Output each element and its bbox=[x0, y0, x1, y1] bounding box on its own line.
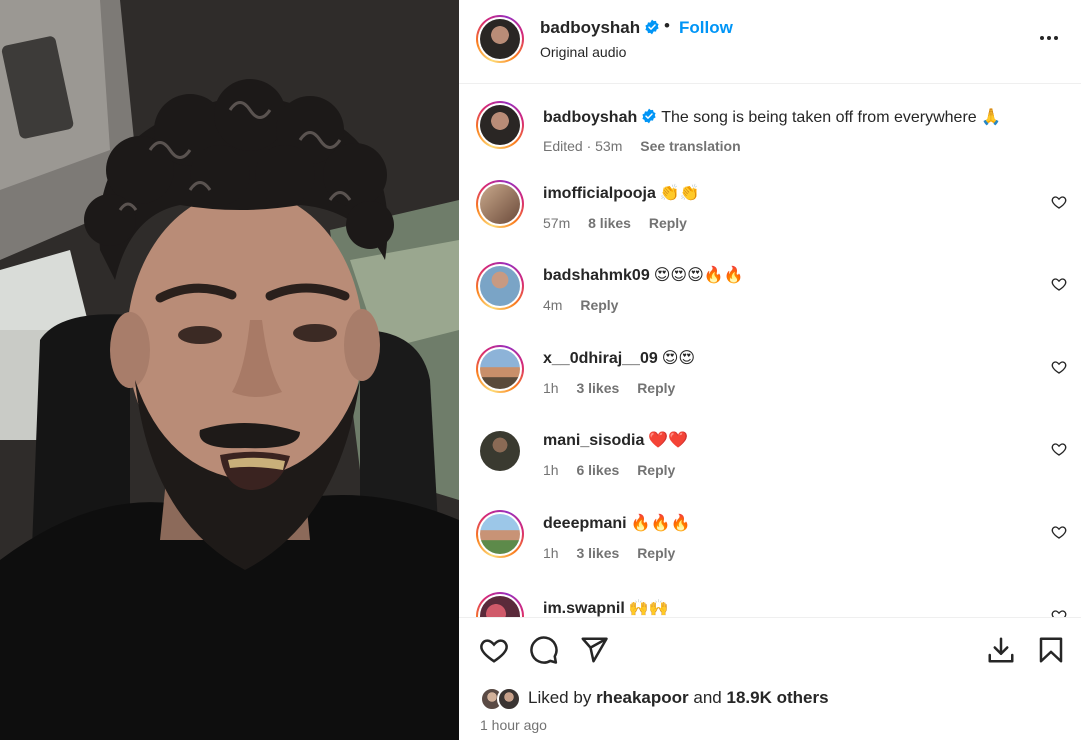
comment-text: 🙌🙌 bbox=[628, 600, 669, 617]
comment-username[interactable]: deeepmani 🔥🔥🔥 bbox=[543, 513, 690, 533]
comment-username-text[interactable]: im.swapnil bbox=[543, 600, 625, 617]
comment-time: 1h bbox=[543, 462, 559, 478]
caption-username[interactable]: badboyshah The song is being taken off fr… bbox=[543, 107, 1001, 127]
comment-text: 🔥🔥🔥 bbox=[630, 515, 691, 532]
post-header: badboyshah • Follow Original audio bbox=[459, 0, 1081, 84]
comment-avatar[interactable] bbox=[476, 345, 524, 393]
see-translation-button[interactable]: See translation bbox=[640, 138, 740, 154]
comment-like-heart-icon[interactable] bbox=[1051, 359, 1067, 375]
comment-avatar[interactable] bbox=[476, 510, 524, 558]
original-audio-link[interactable]: Original audio bbox=[540, 44, 626, 60]
comment-like-heart-icon[interactable] bbox=[1051, 524, 1067, 540]
comment-username[interactable]: mani_sisodia ❤️❤️ bbox=[543, 430, 688, 450]
reply-button[interactable]: Reply bbox=[649, 215, 687, 231]
comment-likes[interactable]: 8 likes bbox=[588, 215, 631, 231]
comment-item: mani_sisodia ❤️❤️ 1h 6 likes Reply bbox=[459, 430, 1081, 510]
comment-text: 😍😍😍🔥🔥 bbox=[653, 267, 744, 284]
video-still-image bbox=[0, 0, 459, 740]
author-avatar[interactable] bbox=[476, 15, 524, 63]
comment-text: 😍😍 bbox=[661, 350, 696, 367]
comment-username-text[interactable]: imofficialpooja bbox=[543, 185, 656, 202]
comment-item: badshahmk09 😍😍😍🔥🔥 4m Reply bbox=[459, 262, 1081, 345]
reply-button[interactable]: Reply bbox=[637, 380, 675, 396]
comment-avatar[interactable] bbox=[476, 262, 524, 310]
liked-by-prefix: Liked by bbox=[528, 688, 592, 707]
comment-username-text[interactable]: x__0dhiraj__09 bbox=[543, 350, 658, 367]
comment-like-heart-icon[interactable] bbox=[1051, 441, 1067, 457]
download-icon[interactable] bbox=[986, 635, 1016, 665]
liker-avatar[interactable] bbox=[497, 687, 521, 711]
post-timestamp[interactable]: 1 hour ago bbox=[480, 717, 547, 733]
caption-meta: Edited · 53m See translation bbox=[543, 138, 755, 154]
caption: badboyshah The song is being taken off fr… bbox=[459, 99, 1081, 179]
comment-like-heart-icon[interactable] bbox=[1051, 276, 1067, 292]
comment-meta: 1h 6 likes Reply bbox=[543, 462, 689, 478]
comment-username[interactable]: x__0dhiraj__09 😍😍 bbox=[543, 348, 695, 368]
post-actions-bar: Liked by rheakapoor and 18.9K others 1 h… bbox=[459, 617, 1081, 740]
caption-avatar[interactable] bbox=[476, 101, 524, 149]
reel-video-frame[interactable] bbox=[0, 0, 459, 740]
comment-username-text[interactable]: mani_sisodia bbox=[543, 432, 644, 449]
author-username[interactable]: badboyshah bbox=[540, 18, 660, 38]
follow-button[interactable]: Follow bbox=[679, 18, 733, 38]
likes-count-link[interactable]: 18.9K others bbox=[727, 688, 829, 707]
comment-username-text[interactable]: deeepmani bbox=[543, 515, 627, 532]
comment-item: x__0dhiraj__09 😍😍 1h 3 likes Reply bbox=[459, 345, 1081, 428]
share-icon[interactable] bbox=[579, 635, 609, 665]
comment-like-heart-icon[interactable] bbox=[1051, 194, 1067, 210]
comment-like-heart-icon[interactable] bbox=[1051, 608, 1067, 617]
comment-icon[interactable] bbox=[529, 635, 559, 665]
comment-item: imofficialpooja 👏👏 57m 8 likes Reply bbox=[459, 180, 1081, 263]
comment-likes[interactable]: 6 likes bbox=[576, 462, 619, 478]
reply-button[interactable]: Reply bbox=[580, 297, 618, 313]
comment-meta: 1h 3 likes Reply bbox=[543, 545, 689, 561]
comment-username-text[interactable]: badshahmk09 bbox=[543, 267, 650, 284]
liked-by-and: and bbox=[693, 688, 722, 707]
post-details-panel: badboyshah • Follow Original audio badbo… bbox=[459, 0, 1081, 740]
comment-item: im.swapnil 🙌🙌 bbox=[459, 592, 1081, 617]
comment-avatar[interactable] bbox=[480, 431, 520, 471]
verified-badge-icon bbox=[645, 19, 659, 35]
comment-likes[interactable]: 3 likes bbox=[576, 380, 619, 396]
liked-by-user-link[interactable]: rheakapoor bbox=[596, 688, 689, 707]
more-options-icon[interactable] bbox=[1037, 26, 1061, 50]
heart-icon[interactable] bbox=[479, 635, 509, 665]
comment-avatar[interactable] bbox=[476, 180, 524, 228]
caption-edited-time: Edited · 53m bbox=[543, 138, 623, 154]
caption-username-text[interactable]: badboyshah bbox=[543, 109, 637, 126]
comments-list[interactable]: badboyshah The song is being taken off fr… bbox=[459, 85, 1081, 617]
comment-time: 1h bbox=[543, 380, 559, 396]
comment-meta: 1h 3 likes Reply bbox=[543, 380, 689, 396]
verified-badge-icon bbox=[642, 108, 656, 124]
comment-meta: 57m 8 likes Reply bbox=[543, 215, 701, 231]
caption-text: The song is being taken off from everywh… bbox=[661, 109, 1002, 126]
comment-text: ❤️❤️ bbox=[648, 432, 689, 449]
comment-username[interactable]: badshahmk09 😍😍😍🔥🔥 bbox=[543, 265, 744, 285]
comment-meta: 4m Reply bbox=[543, 297, 632, 313]
reply-button[interactable]: Reply bbox=[637, 545, 675, 561]
reply-button[interactable]: Reply bbox=[637, 462, 675, 478]
comment-username[interactable]: imofficialpooja 👏👏 bbox=[543, 183, 700, 203]
save-bookmark-icon[interactable] bbox=[1036, 635, 1066, 665]
comment-avatar[interactable] bbox=[476, 592, 524, 617]
separator-dot: • bbox=[664, 16, 670, 35]
liked-by-summary: Liked by rheakapoor and 18.9K others bbox=[528, 688, 829, 708]
author-username-text[interactable]: badboyshah bbox=[540, 18, 640, 37]
comment-time: 4m bbox=[543, 297, 563, 313]
comment-time: 57m bbox=[543, 215, 571, 231]
comment-item: deeepmani 🔥🔥🔥 1h 3 likes Reply bbox=[459, 510, 1081, 593]
comment-username[interactable]: im.swapnil 🙌🙌 bbox=[543, 598, 669, 617]
comment-likes[interactable]: 3 likes bbox=[576, 545, 619, 561]
comment-time: 1h bbox=[543, 545, 559, 561]
comment-text: 👏👏 bbox=[659, 185, 700, 202]
